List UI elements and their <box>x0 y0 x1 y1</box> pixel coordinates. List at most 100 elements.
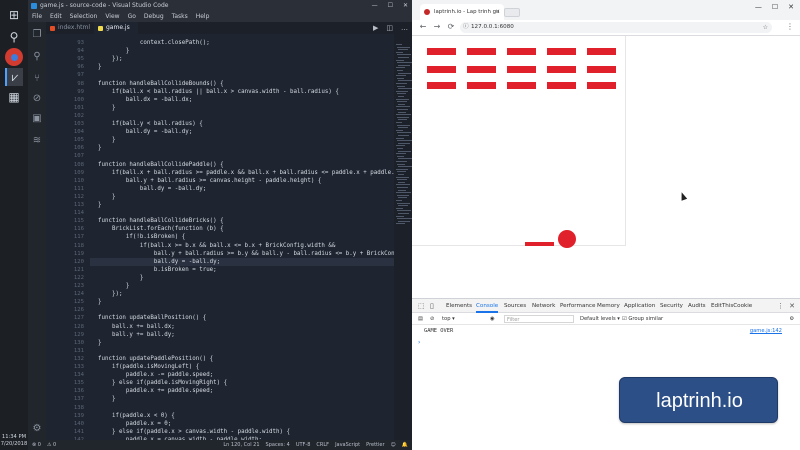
code-line[interactable]: if(ball.y < ball.radius) { <box>98 121 203 127</box>
tab-security[interactable]: Security <box>660 299 683 313</box>
formatter[interactable]: Prettier <box>366 440 384 450</box>
minimize-button[interactable]: — <box>372 0 378 11</box>
code-line[interactable]: ball.y += ball.dy; <box>98 332 175 338</box>
code-line[interactable]: } else if(paddle.x > canvas.width - padd… <box>98 429 290 435</box>
warnings-count[interactable]: ⚠ 0 <box>47 440 56 450</box>
menu-view[interactable]: View <box>105 11 119 22</box>
code-line[interactable]: } <box>98 48 130 54</box>
code-line[interactable]: } else if(paddle.isMovingRight) { <box>98 380 227 386</box>
close-button[interactable]: ✕ <box>788 3 794 11</box>
code-line[interactable]: } <box>98 299 102 305</box>
code-line[interactable]: paddle.x = 0; <box>98 421 171 427</box>
toggle-sidebar-icon[interactable]: ▤ <box>418 313 423 325</box>
menu-debug[interactable]: Debug <box>144 11 164 22</box>
maximize-button[interactable]: ☐ <box>388 0 393 11</box>
store-icon[interactable]: ▦ <box>5 88 23 106</box>
code-line[interactable]: } <box>98 194 116 200</box>
code-line[interactable]: } <box>98 137 116 143</box>
close-button[interactable]: ✕ <box>403 0 408 11</box>
tab-game-js[interactable]: game.js <box>94 22 138 34</box>
forward-button[interactable]: → <box>432 22 442 32</box>
smiley-icon[interactable]: ☺ <box>391 440 396 450</box>
source-control-icon[interactable]: ⑂ <box>31 72 43 84</box>
gear-icon[interactable]: ⚙ <box>31 422 43 434</box>
tab-index-html[interactable]: index.html <box>46 22 90 34</box>
code-line[interactable]: ball.dx = -ball.dx; <box>98 97 192 103</box>
tab-audits[interactable]: Audits <box>688 299 706 313</box>
search-icon[interactable]: ⚲ <box>5 28 23 46</box>
close-tab-icon[interactable]: ✕ <box>495 4 500 20</box>
game-canvas[interactable] <box>412 36 626 248</box>
bookmark-star-icon[interactable]: ☆ <box>763 22 768 33</box>
clear-console-icon[interactable]: ⊘ <box>430 313 434 325</box>
code-line[interactable]: } <box>98 275 144 281</box>
menu-selection[interactable]: Selection <box>70 11 98 22</box>
errors-count[interactable]: ⊗ 0 <box>32 440 41 450</box>
language-mode[interactable]: JavaScript <box>335 440 360 450</box>
tab-console[interactable]: Console <box>476 299 499 313</box>
inspect-icon[interactable]: ⬚ <box>418 299 425 313</box>
tab-application[interactable]: Application <box>624 299 655 313</box>
devtools-menu-icon[interactable]: ⋮ <box>777 299 784 313</box>
code-line[interactable]: if(!b.isBroken) { <box>98 234 185 240</box>
code-line[interactable]: if(ball.x + ball.radius >= paddle.x && b… <box>98 170 394 176</box>
code-line[interactable]: } <box>98 340 102 346</box>
code-line[interactable]: if(ball.x < ball.radius || ball.x > canv… <box>98 89 339 95</box>
code-line[interactable]: function handleBallCollidePaddle() { <box>98 162 224 168</box>
group-similar-checkbox[interactable]: ☑ Group similar <box>622 313 663 325</box>
code-line[interactable]: } <box>98 283 130 289</box>
search-icon[interactable]: ⚲ <box>31 50 43 62</box>
eye-icon[interactable]: ◉ <box>490 313 495 325</box>
docker-icon[interactable]: ≋ <box>31 134 43 146</box>
code-area[interactable]: context.closePath(); } });} function hand… <box>98 34 394 440</box>
code-line[interactable]: } <box>98 64 102 70</box>
line-endings[interactable]: CRLF <box>316 440 329 450</box>
console-prompt[interactable]: › <box>418 339 420 346</box>
tab-memory[interactable]: Memory <box>597 299 620 313</box>
code-editor[interactable]: 93 94 95 96 97 98 99 100 101 102 103 104 105 106 107 10… <box>46 34 394 440</box>
maximize-button[interactable]: ☐ <box>772 3 778 11</box>
tab-sources[interactable]: Sources <box>504 299 526 313</box>
tab-network[interactable]: Network <box>532 299 555 313</box>
clock[interactable]: 11:34 PM 7/20/2018 <box>0 434 28 448</box>
code-line[interactable]: } <box>98 105 116 111</box>
back-button[interactable]: ← <box>418 22 428 32</box>
menu-file[interactable]: File <box>32 11 42 22</box>
address-bar[interactable]: ⓘ 127.0.0.1:6080 ☆ <box>460 22 772 33</box>
browser-tab[interactable]: laptrinh.io - Lap trinh gu ✕ <box>420 4 504 20</box>
menu-help[interactable]: Help <box>196 11 210 22</box>
code-line[interactable]: paddle.x -= paddle.speed; <box>98 372 213 378</box>
tab-editthiscookie[interactable]: EditThisCookie <box>711 299 752 313</box>
devtools-close-icon[interactable]: ✕ <box>789 299 795 313</box>
code-line[interactable]: ball.x += ball.dx; <box>98 324 175 330</box>
code-line[interactable]: } <box>98 396 116 402</box>
code-line[interactable]: } <box>98 145 102 151</box>
minimap[interactable] <box>394 34 413 440</box>
console-settings-icon[interactable]: ⚙ <box>789 313 794 325</box>
indentation[interactable]: Spaces: 4 <box>266 440 290 450</box>
new-tab-button[interactable] <box>504 8 520 17</box>
code-line[interactable]: ball.y + ball.radius >= b.y && ball.y - … <box>98 251 394 257</box>
code-line[interactable]: paddle.x += paddle.speed; <box>98 388 213 394</box>
chrome-menu-icon[interactable]: ⋮ <box>786 22 794 32</box>
context-selector[interactable]: top ▾ <box>442 313 455 325</box>
code-line[interactable]: }); <box>98 56 122 62</box>
vscode-icon[interactable]: ⩗ <box>5 68 23 86</box>
console-filter-input[interactable]: Filter <box>504 315 574 323</box>
code-line[interactable]: function updatePaddlePosition() { <box>98 356 213 362</box>
code-line[interactable]: if(ball.x >= b.x && ball.x <= b.x + Bric… <box>98 243 335 249</box>
log-levels-dropdown[interactable]: Default levels ▾ <box>580 313 620 325</box>
explorer-icon[interactable]: ❐ <box>31 28 43 40</box>
code-line[interactable]: b.isBroken = true; <box>98 267 217 273</box>
start-icon[interactable]: ⊞ <box>5 6 23 24</box>
extensions-icon[interactable]: ▣ <box>31 112 43 124</box>
menu-tasks[interactable]: Tasks <box>172 11 188 22</box>
console-message-source-link[interactable]: game.js:142 <box>750 328 782 334</box>
tab-elements[interactable]: Elements <box>446 299 472 313</box>
code-line[interactable]: if(paddle.isMovingLeft) { <box>98 364 199 370</box>
run-icon[interactable]: ▶ <box>373 22 378 34</box>
split-editor-icon[interactable]: ◫ <box>386 22 393 34</box>
cursor-position[interactable]: Ln 120, Col 21 <box>223 440 259 450</box>
info-icon[interactable]: ⓘ <box>463 22 469 33</box>
bell-icon[interactable]: 🔔 <box>402 440 408 450</box>
